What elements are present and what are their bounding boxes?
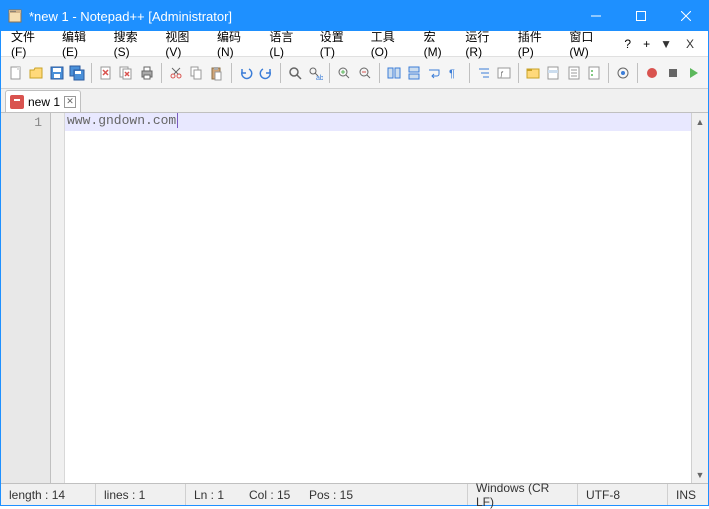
tabbar: new 1 ✕ <box>1 89 708 113</box>
fold-column <box>51 113 65 483</box>
scroll-up-icon[interactable]: ▲ <box>692 113 708 130</box>
func-list-button[interactable] <box>585 62 603 84</box>
menu-help[interactable]: ? <box>618 34 637 54</box>
close-file-button[interactable] <box>97 62 115 84</box>
save-all-button[interactable] <box>68 62 86 84</box>
menu-plugins[interactable]: 插件(P) <box>512 25 564 62</box>
play-macro-button[interactable] <box>684 62 702 84</box>
status-ln: Ln : 1 <box>186 484 241 505</box>
status-ins: INS <box>668 484 708 505</box>
maximize-button[interactable] <box>618 1 663 31</box>
wrap-button[interactable] <box>425 62 443 84</box>
status-pos: Pos : 15 <box>301 484 468 505</box>
line-1[interactable]: www.gndown.com <box>65 113 691 131</box>
line-gutter: 1 <box>1 113 51 483</box>
menu-window[interactable]: 窗口(W) <box>563 25 618 62</box>
paste-button[interactable] <box>207 62 225 84</box>
editor-area: 1 www.gndown.com ▲ ▼ <box>1 113 708 483</box>
svg-text:¶: ¶ <box>449 68 455 80</box>
tab-new-1[interactable]: new 1 ✕ <box>5 90 81 112</box>
caret <box>177 113 178 128</box>
close-all-button[interactable] <box>117 62 135 84</box>
print-button[interactable] <box>138 62 156 84</box>
close-window-button[interactable] <box>663 1 708 31</box>
status-encoding: UTF-8 <box>578 484 668 505</box>
line-content: www.gndown.com <box>65 113 176 131</box>
monitor-button[interactable] <box>614 62 632 84</box>
sync-h-button[interactable] <box>405 62 423 84</box>
status-col: Col : 15 <box>241 484 301 505</box>
cut-button[interactable] <box>167 62 185 84</box>
stop-macro-button[interactable] <box>663 62 681 84</box>
save-button[interactable] <box>48 62 66 84</box>
zoom-in-button[interactable] <box>335 62 353 84</box>
redo-button[interactable] <box>257 62 275 84</box>
replace-button[interactable]: ab <box>306 62 324 84</box>
unsaved-icon <box>10 95 24 109</box>
tab-label: new 1 <box>28 95 60 109</box>
indent-guide-button[interactable] <box>475 62 493 84</box>
svg-text:ƒ: ƒ <box>500 71 504 78</box>
menu-language[interactable]: 语言(L) <box>263 25 313 62</box>
menu-plus[interactable]: + <box>637 34 656 54</box>
menu-view[interactable]: 视图(V) <box>159 25 211 62</box>
zoom-out-button[interactable] <box>356 62 374 84</box>
vertical-scrollbar[interactable]: ▲ ▼ <box>691 113 708 483</box>
svg-text:ab: ab <box>316 75 323 81</box>
doc-list-button[interactable] <box>565 62 583 84</box>
menu-run[interactable]: 运行(R) <box>459 25 511 62</box>
doc-map-button[interactable] <box>544 62 562 84</box>
menu-edit[interactable]: 编辑(E) <box>56 25 108 62</box>
tab-close-button[interactable]: ✕ <box>64 96 76 108</box>
undo-button[interactable] <box>236 62 254 84</box>
menu-encoding[interactable]: 编码(N) <box>211 25 263 62</box>
menu-settings[interactable]: 设置(T) <box>314 25 365 62</box>
menu-close-icon[interactable]: X <box>682 35 698 53</box>
record-macro-button[interactable] <box>643 62 661 84</box>
menu-file[interactable]: 文件(F) <box>5 25 56 62</box>
lang-button[interactable]: ƒ <box>495 62 513 84</box>
status-length: length : 14 <box>1 484 96 505</box>
window-title: *new 1 - Notepad++ [Administrator] <box>29 9 573 24</box>
new-file-button[interactable] <box>7 62 25 84</box>
scroll-down-icon[interactable]: ▼ <box>692 466 708 483</box>
menu-overflow-icon[interactable]: ▼ <box>656 35 676 53</box>
menu-search[interactable]: 搜索(S) <box>108 25 160 62</box>
text-editor[interactable]: www.gndown.com <box>65 113 691 483</box>
menubar: 文件(F) 编辑(E) 搜索(S) 视图(V) 编码(N) 语言(L) 设置(T… <box>1 31 708 57</box>
menu-tools[interactable]: 工具(O) <box>365 25 418 62</box>
sync-v-button[interactable] <box>385 62 403 84</box>
show-chars-button[interactable]: ¶ <box>446 62 464 84</box>
open-file-button[interactable] <box>27 62 45 84</box>
statusbar: length : 14 lines : 1 Ln : 1 Col : 15 Po… <box>1 483 708 505</box>
find-button[interactable] <box>286 62 304 84</box>
menu-macro[interactable]: 宏(M) <box>418 25 460 62</box>
copy-button[interactable] <box>187 62 205 84</box>
app-icon <box>7 8 23 24</box>
status-lines: lines : 1 <box>96 484 186 505</box>
status-eol: Windows (CR LF) <box>468 484 578 505</box>
line-number: 1 <box>1 115 42 130</box>
folder-view-button[interactable] <box>524 62 542 84</box>
